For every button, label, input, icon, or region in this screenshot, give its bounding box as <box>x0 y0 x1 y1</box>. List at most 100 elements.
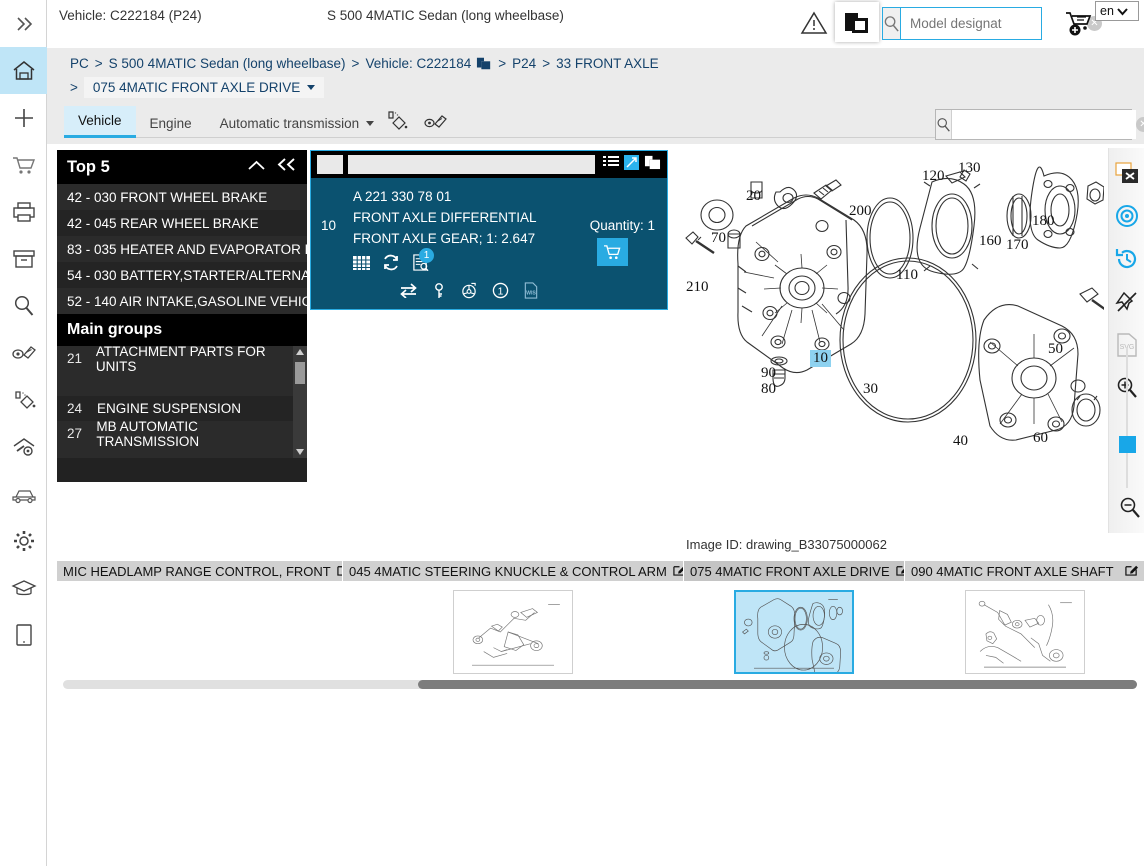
thumbnail-header[interactable]: 075 4MATIC FRONT AXLE DRIVE <box>684 561 904 581</box>
callout-170[interactable]: 170 <box>1006 237 1029 254</box>
cart-add-icon[interactable] <box>1064 8 1098 43</box>
breadcrumb-item-2[interactable]: Vehicle: C222184 <box>365 56 471 71</box>
scrollbar-thumb[interactable] <box>418 680 1137 689</box>
horizontal-scrollbar[interactable] <box>63 680 1137 689</box>
callout-30[interactable]: 30 <box>863 381 878 398</box>
parts-icon[interactable] <box>423 109 449 138</box>
tab-automatic-transmission[interactable]: Automatic transmission <box>206 109 389 138</box>
sidebar-item-search[interactable] <box>0 282 47 329</box>
clear-parts-search-button[interactable]: ✕ <box>1136 110 1144 139</box>
callout-60[interactable]: 60 <box>1033 430 1048 447</box>
breadcrumb-item-3[interactable]: P24 <box>512 56 536 71</box>
model-designation-search[interactable]: ✕ <box>882 7 1102 40</box>
main-group-row[interactable]: 21 ATTACHMENT PARTS FOR UNITS <box>57 346 307 374</box>
exploded-parts-drawing[interactable] <box>674 148 1104 533</box>
sidebar-item-home[interactable] <box>0 47 47 94</box>
copy-windows-icon[interactable] <box>835 2 879 42</box>
thumbnail-image[interactable] <box>453 590 573 674</box>
wis-document-icon[interactable]: WIS <box>523 282 539 304</box>
zoom-slider-track[interactable] <box>1126 348 1128 488</box>
sidebar-item-cart[interactable] <box>0 141 47 188</box>
thumbnail-image[interactable] <box>964 590 1085 674</box>
history-icon[interactable] <box>1115 247 1139 276</box>
main-group-row[interactable]: 27 MB AUTOMATIC TRANSMISSION <box>57 419 307 449</box>
sidebar-item-parts[interactable] <box>0 329 47 376</box>
breadcrumb-item-4[interactable]: 33 FRONT AXLE <box>556 56 659 71</box>
chevrons-left-icon[interactable] <box>276 157 297 177</box>
sidebar-item-training[interactable] <box>0 564 47 611</box>
callout-110[interactable]: 110 <box>896 267 918 284</box>
parts-search-field[interactable]: ✕ <box>935 109 1144 140</box>
callout-50[interactable]: 50 <box>1048 341 1063 358</box>
top5-item[interactable]: 52 - 140 AIR INTAKE,GASOLINE VEHIC... <box>57 288 307 314</box>
paint-icon[interactable] <box>384 109 410 138</box>
top5-item[interactable]: 42 - 030 FRONT WHEEL BRAKE <box>57 184 307 210</box>
top5-item[interactable]: 83 - 035 HEATER AND EVAPORATOR H... <box>57 236 307 262</box>
edit-icon[interactable] <box>667 563 683 579</box>
language-selector[interactable]: en <box>1095 1 1139 21</box>
list-icon[interactable] <box>603 155 619 175</box>
thumbnail-header[interactable]: 045 4MATIC STEERING KNUCKLE & CONTROL AR… <box>343 561 683 581</box>
sidebar-item-print[interactable] <box>0 188 47 235</box>
model-search-input[interactable] <box>901 8 1087 39</box>
callout-70[interactable]: 70 <box>711 230 726 247</box>
breadcrumb-item-0[interactable]: PC <box>70 56 89 71</box>
breadcrumb-copy-icon[interactable] <box>476 56 492 74</box>
callout-210[interactable]: 210 <box>686 279 709 296</box>
parts-search-input[interactable] <box>952 110 1136 139</box>
thumbnail-item-selected[interactable]: 075 4MATIC FRONT AXLE DRIVE <box>684 561 904 678</box>
callout-180[interactable]: 180 <box>1032 213 1055 230</box>
thumbnail-item[interactable]: MIC HEADLAMP RANGE CONTROL, FRONT <box>57 561 342 676</box>
drawing-viewport[interactable]: 20 130 120 200 180 70 160 170 110 210 50… <box>674 148 1144 533</box>
callout-130[interactable]: 130 <box>958 160 981 177</box>
callout-80[interactable]: 80 <box>761 381 776 398</box>
edit-icon[interactable] <box>331 563 342 579</box>
close-window-icon[interactable] <box>1114 162 1139 190</box>
main-group-row[interactable]: 24 ENGINE SUSPENSION <box>57 396 307 421</box>
breadcrumb-item-1[interactable]: S 500 4MATIC Sedan (long wheelbase) <box>109 56 346 71</box>
steering-wheel-icon[interactable] <box>460 282 478 304</box>
tab-vehicle[interactable]: Vehicle <box>64 106 136 138</box>
expand-sidebar-button[interactable] <box>0 0 47 47</box>
callout-90[interactable]: 90 <box>761 365 776 382</box>
callout-20[interactable]: 20 <box>746 188 761 205</box>
top5-item[interactable]: 42 - 045 REAR WHEEL BRAKE <box>57 210 307 236</box>
thumbnail-header[interactable]: 090 4MATIC FRONT AXLE SHAFT <box>905 561 1144 581</box>
breadcrumb-selected-dropdown[interactable]: 075 4MATIC FRONT AXLE DRIVE <box>83 77 325 98</box>
refresh-icon[interactable] <box>382 254 400 276</box>
sidebar-item-settings[interactable] <box>0 517 47 564</box>
header-field[interactable] <box>348 155 595 174</box>
callout-10-selected[interactable]: 10 <box>810 350 831 367</box>
part-number[interactable]: A 221 330 78 01 <box>353 186 655 207</box>
edit-icon[interactable] <box>890 563 904 579</box>
thumbnail-item[interactable]: 045 4MATIC STEERING KNUCKLE & CONTROL AR… <box>343 561 683 676</box>
sidebar-item-service[interactable] <box>0 423 47 470</box>
main-groups-scrollbar[interactable] <box>293 346 307 458</box>
info-circle-icon[interactable]: 1 <box>492 282 509 304</box>
unpin-icon[interactable] <box>1114 290 1139 319</box>
sidebar-item-archive[interactable] <box>0 235 47 282</box>
thumbnail-image-active[interactable] <box>734 590 854 678</box>
callout-40[interactable]: 40 <box>953 433 968 450</box>
thumbnail-header[interactable]: MIC HEADLAMP RANGE CONTROL, FRONT <box>57 561 342 581</box>
sidebar-item-paint[interactable] <box>0 376 47 423</box>
copy-windows-icon[interactable] <box>644 154 661 175</box>
callout-200[interactable]: 200 <box>849 203 872 220</box>
zoom-slider-handle[interactable] <box>1119 436 1136 453</box>
scroll-down-arrow-icon[interactable] <box>296 449 304 455</box>
expand-icon[interactable] <box>624 154 639 175</box>
scrollbar-thumb[interactable] <box>295 362 305 384</box>
top5-item[interactable]: 54 - 030 BATTERY,STARTER/ALTERNAT... <box>57 262 307 288</box>
warning-triangle-icon[interactable] <box>800 10 828 41</box>
tab-engine[interactable]: Engine <box>136 109 206 138</box>
sidebar-item-new[interactable] <box>0 94 47 141</box>
sidebar-item-tablet[interactable] <box>0 611 47 658</box>
edit-icon[interactable] <box>1119 563 1138 579</box>
callout-120[interactable]: 120 <box>922 168 945 185</box>
target-focus-icon[interactable] <box>1115 204 1139 233</box>
zoom-out-icon[interactable] <box>1118 496 1142 525</box>
chevron-up-icon[interactable] <box>247 158 266 177</box>
swap-arrows-icon[interactable] <box>399 283 418 303</box>
key-icon[interactable] <box>432 282 446 304</box>
table-grid-icon[interactable] <box>353 255 370 276</box>
